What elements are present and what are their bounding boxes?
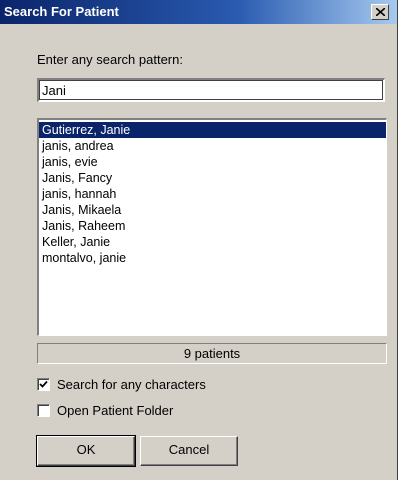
search-any-characters-label[interactable]: Search for any characters <box>57 377 206 392</box>
list-item[interactable]: janis, hannah <box>39 186 386 202</box>
list-item[interactable]: Janis, Fancy <box>39 170 386 186</box>
patient-count-status: 9 patients <box>37 343 387 364</box>
patient-list[interactable]: Gutierrez, Janie janis, andrea janis, evie… <box>37 118 387 336</box>
list-item[interactable]: montalvo, janie <box>39 250 386 266</box>
search-any-characters-option[interactable]: Search for any characters <box>37 376 206 392</box>
list-item[interactable]: Janis, Mikaela <box>39 202 386 218</box>
list-item[interactable]: Janis, Raheem <box>39 218 386 234</box>
window-title: Search For Patient <box>4 4 119 19</box>
open-patient-folder-option[interactable]: Open Patient Folder <box>37 402 173 418</box>
list-item[interactable]: janis, andrea <box>39 138 386 154</box>
search-pattern-label: Enter any search pattern: <box>37 52 183 67</box>
ok-button[interactable]: OK <box>36 435 136 467</box>
list-item[interactable]: Keller, Janie <box>39 234 386 250</box>
search-input[interactable] <box>37 78 385 102</box>
open-patient-folder-checkbox[interactable] <box>37 403 50 417</box>
open-patient-folder-label[interactable]: Open Patient Folder <box>57 403 173 418</box>
list-item[interactable]: janis, evie <box>39 154 386 170</box>
checkmark-icon <box>39 380 48 388</box>
close-button[interactable] <box>371 4 389 20</box>
title-bar[interactable]: Search For Patient <box>0 0 397 24</box>
search-any-characters-checkbox[interactable] <box>37 377 50 391</box>
search-patient-dialog: Search For Patient Enter any search patt… <box>0 0 398 480</box>
close-icon <box>376 8 385 16</box>
list-item[interactable]: Gutierrez, Janie <box>39 122 386 138</box>
cancel-button[interactable]: Cancel <box>140 436 238 466</box>
